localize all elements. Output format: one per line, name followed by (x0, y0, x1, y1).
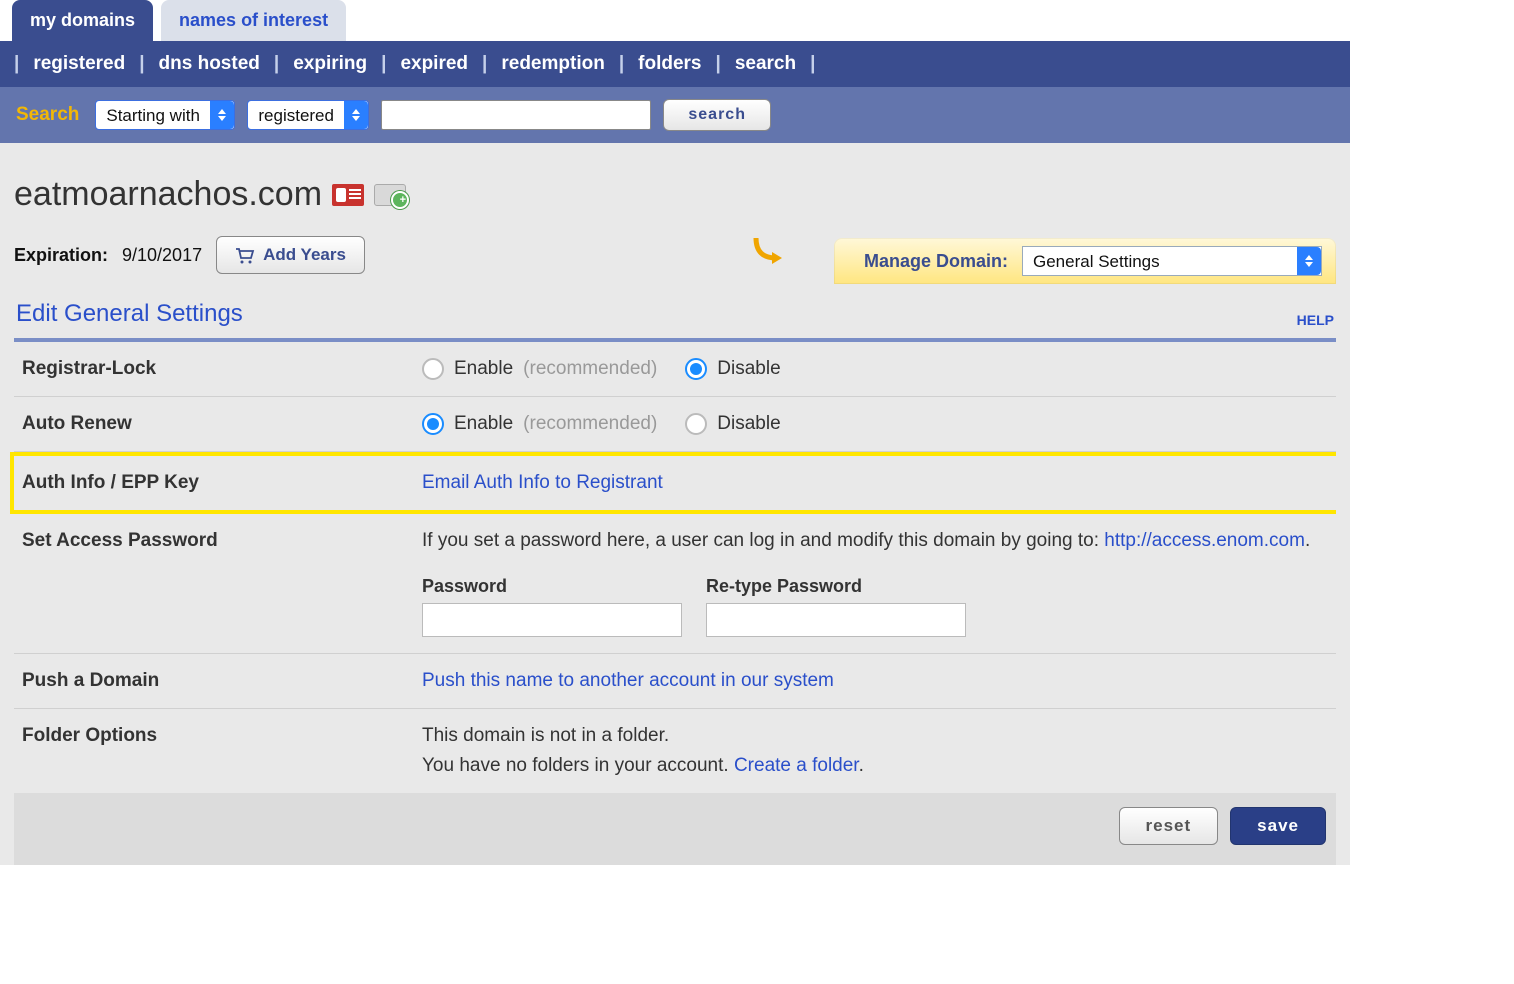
curved-arrow-icon (750, 232, 786, 272)
manage-area: Manage Domain: General Settings (14, 232, 1336, 282)
manage-domain-bar: Manage Domain: General Settings (834, 238, 1336, 284)
subnav-sep: | (810, 53, 815, 75)
retype-password-label: Re-type Password (706, 576, 966, 597)
radio-label: Enable (454, 358, 513, 380)
row-registrar-lock: Registrar-Lock Enable (recommended) Disa… (14, 342, 1336, 397)
search-filter-select-input[interactable]: Starting with (96, 102, 234, 129)
manage-domain-select[interactable]: General Settings (1022, 246, 1322, 276)
auto-renew-disable[interactable]: Disable (685, 413, 780, 435)
radio-icon (422, 413, 444, 435)
subnav-expiring[interactable]: expiring (279, 53, 381, 75)
password-input[interactable] (422, 603, 682, 637)
subnav-search[interactable]: search (721, 53, 810, 75)
set-password-label: Set Access Password (22, 530, 422, 552)
subnav-folders[interactable]: folders (624, 53, 715, 75)
push-domain-label: Push a Domain (22, 670, 422, 692)
tab-my-domains[interactable]: my domains (12, 0, 153, 41)
folder-line2: You have no folders in your account. (422, 755, 734, 776)
registrar-lock-enable[interactable]: Enable (recommended) (422, 358, 657, 380)
subnav: | registered | dns hosted | expiring | e… (0, 41, 1350, 87)
row-push-domain: Push a Domain Push this name to another … (14, 654, 1336, 709)
auto-renew-label: Auto Renew (22, 413, 422, 435)
folder-options-label: Folder Options (22, 725, 422, 747)
recommended-text: (recommended) (523, 358, 657, 380)
retype-password-input[interactable] (706, 603, 966, 637)
set-password-text: If you set a password here, a user can l… (422, 530, 1104, 551)
radio-label: Disable (717, 358, 780, 380)
add-card-icon[interactable]: + (374, 184, 406, 206)
period: . (1305, 530, 1310, 551)
registrar-lock-radio-group: Enable (recommended) Disable (422, 358, 1328, 380)
subnav-registered[interactable]: registered (19, 53, 139, 75)
top-tabs: my domains names of interest (0, 0, 1350, 41)
create-folder-link[interactable]: Create a folder (734, 755, 859, 776)
password-fields: Password Re-type Password (422, 576, 1328, 637)
period: . (859, 755, 864, 776)
radio-label: Enable (454, 413, 513, 435)
search-status-select[interactable]: registered (247, 100, 369, 130)
row-folder-options: Folder Options This domain is not in a f… (14, 709, 1336, 793)
domain-name: eatmoarnachos.com (14, 175, 322, 214)
row-auto-renew: Auto Renew Enable (recommended) Disable (14, 397, 1336, 452)
subnav-expired[interactable]: expired (386, 53, 482, 75)
radio-icon (685, 358, 707, 380)
domain-header: eatmoarnachos.com + (14, 175, 1336, 214)
help-link[interactable]: HELP (1297, 312, 1334, 328)
action-bar: reset save (14, 793, 1336, 865)
searchbar: Search Starting with registered search (0, 87, 1350, 143)
auto-renew-radio-group: Enable (recommended) Disable (422, 413, 1328, 435)
access-enom-link[interactable]: http://access.enom.com (1104, 530, 1305, 551)
push-domain-link[interactable]: Push this name to another account in our… (422, 670, 834, 691)
search-status-select-input[interactable]: registered (248, 102, 368, 129)
radio-icon (422, 358, 444, 380)
radio-icon (685, 413, 707, 435)
password-label: Password (422, 576, 682, 597)
save-button[interactable]: save (1230, 807, 1326, 845)
registrar-lock-label: Registrar-Lock (22, 358, 422, 380)
manage-domain-label: Manage Domain: (864, 251, 1008, 272)
recommended-text: (recommended) (523, 413, 657, 435)
search-input[interactable] (381, 100, 651, 130)
searchbar-label: Search (16, 104, 79, 126)
subnav-redemption[interactable]: redemption (487, 53, 618, 75)
radio-label: Disable (717, 413, 780, 435)
content-area: eatmoarnachos.com + Expiration: 9/10/201… (0, 143, 1350, 865)
manage-domain-select-input[interactable]: General Settings (1023, 248, 1321, 275)
section-title: Edit General Settings (16, 300, 243, 328)
reset-button[interactable]: reset (1119, 807, 1219, 845)
section-title-row: Edit General Settings HELP (14, 282, 1336, 338)
folder-line1: This domain is not in a folder. (422, 725, 1328, 747)
search-button[interactable]: search (663, 99, 771, 131)
tab-names-of-interest[interactable]: names of interest (161, 0, 346, 41)
search-filter-select[interactable]: Starting with (95, 100, 235, 130)
auth-info-label: Auth Info / EPP Key (22, 472, 422, 494)
row-set-password: Set Access Password If you set a passwor… (14, 514, 1336, 654)
auto-renew-enable[interactable]: Enable (recommended) (422, 413, 657, 435)
id-card-icon[interactable] (332, 184, 364, 206)
email-auth-info-link[interactable]: Email Auth Info to Registrant (422, 472, 663, 493)
subnav-dns-hosted[interactable]: dns hosted (145, 53, 274, 75)
row-auth-info: Auth Info / EPP Key Email Auth Info to R… (10, 452, 1336, 514)
registrar-lock-disable[interactable]: Disable (685, 358, 780, 380)
